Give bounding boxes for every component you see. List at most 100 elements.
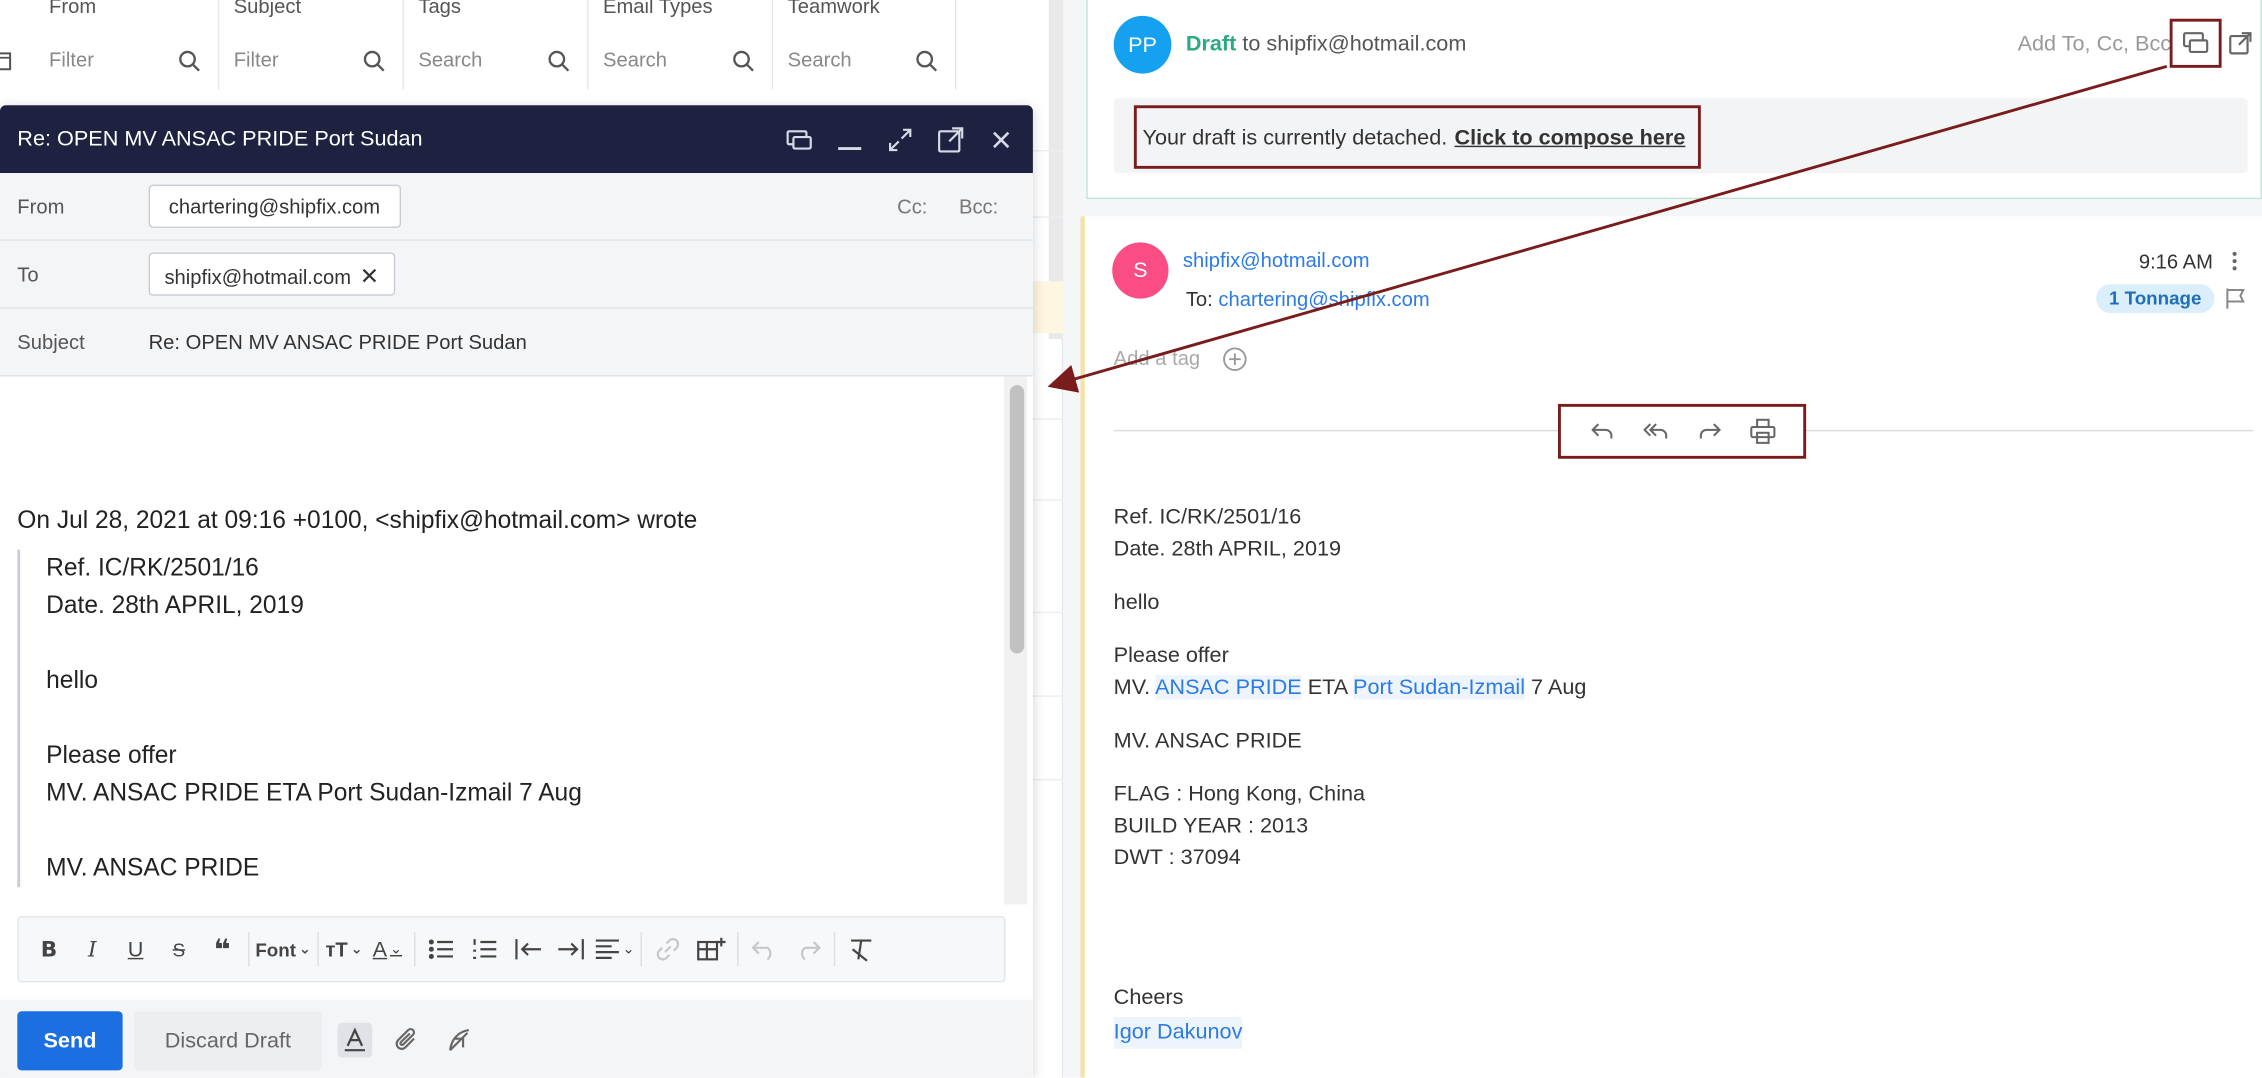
search-icon[interactable]	[362, 49, 385, 72]
from-select[interactable]: chartering@shipfix.com	[148, 184, 401, 228]
italic-button[interactable]: I	[72, 928, 112, 971]
recipient-chip[interactable]: shipfix@hotmail.com ✕	[148, 252, 395, 296]
subject-filter-input[interactable]: Filter	[234, 48, 279, 71]
tonnage-badge[interactable]: 1 Tonnage	[2096, 284, 2215, 314]
outdent-icon[interactable]	[507, 928, 547, 971]
to-label: To:	[1185, 287, 1219, 311]
subject-label: Subject	[17, 330, 85, 354]
detach-icon[interactable]	[785, 125, 814, 154]
flag-icon[interactable]	[2224, 287, 2247, 310]
redo-icon[interactable]	[788, 928, 828, 971]
send-button[interactable]: Send	[17, 1011, 123, 1071]
column-title: Teamwork	[787, 0, 880, 18]
clear-formatting-icon[interactable]	[841, 928, 881, 971]
reply-all-icon[interactable]	[1641, 417, 1670, 446]
calendar-icon[interactable]	[0, 49, 14, 72]
from-row: From chartering@shipfix.com Cc: Bcc:	[0, 173, 1033, 241]
search-icon[interactable]	[177, 49, 200, 72]
close-icon[interactable]	[987, 125, 1016, 154]
search-icon[interactable]	[731, 49, 754, 72]
add-recipients-link[interactable]: Add To, Cc, Bcc	[2018, 32, 2172, 57]
chevron-down-icon: ⌄	[350, 941, 363, 958]
sender-address[interactable]: shipfix@hotmail.com	[1183, 248, 1370, 271]
blockquote-button[interactable]: ❝	[202, 928, 242, 971]
email-types-search-input[interactable]: Search	[603, 48, 667, 71]
font-family-dropdown[interactable]: Font ⌄	[255, 928, 311, 971]
filter-column-tags: Tags Search	[404, 0, 589, 90]
popout-icon[interactable]	[2226, 29, 2255, 58]
message-editor[interactable]: On Jul 28, 2021 at 09:16 +0100, <shipfix…	[0, 376, 1033, 905]
expand-icon[interactable]	[886, 125, 915, 154]
quote-line: Please offer	[46, 741, 177, 769]
link-icon[interactable]	[648, 928, 688, 971]
compose-here-link[interactable]: Click to compose here	[1454, 125, 1685, 150]
text-color-dropdown[interactable]: A ⌄	[367, 928, 407, 971]
bcc-toggle[interactable]: Bcc:	[959, 195, 998, 218]
quote-line: Date. 28th APRIL, 2019	[46, 591, 304, 619]
eta-date: 7 Aug	[1525, 675, 1587, 700]
remove-recipient-icon[interactable]: ✕	[360, 265, 379, 290]
print-icon[interactable]	[1748, 417, 1777, 446]
filter-column-teamwork: Teamwork Search	[773, 0, 957, 90]
add-circle-icon[interactable]	[1222, 346, 1248, 372]
text-color-icon: A	[372, 936, 388, 962]
app-stage: From Filter Subject Filter Tags Search E…	[0, 0, 2262, 1078]
reading-pane: PP Draft to shipfix@hotmail.com Add To, …	[1063, 0, 2262, 1078]
cc-toggle[interactable]: Cc:	[897, 195, 927, 218]
detach-icon[interactable]	[2169, 18, 2222, 68]
text-format-icon[interactable]	[337, 1022, 373, 1058]
filter-column-subject: Subject Filter	[219, 0, 404, 90]
row-divider	[1031, 418, 1064, 420]
quote-intro: On Jul 28, 2021 at 09:16 +0100, <shipfix…	[17, 506, 698, 534]
attachment-icon[interactable]	[390, 1023, 425, 1058]
minimize-icon[interactable]	[835, 125, 864, 154]
compose-footer: Send Discard Draft	[0, 999, 1033, 1078]
recipient-address[interactable]: chartering@shipfix.com	[1218, 287, 1429, 310]
row-divider	[1031, 216, 1064, 218]
body-paragraph: Please offer MV. ANSAC PRIDE ETA Port Su…	[1113, 641, 1587, 704]
chevron-down-icon: ⌄	[622, 941, 635, 958]
from-filter-input[interactable]: Filter	[49, 48, 94, 71]
more-options-icon[interactable]	[2227, 250, 2241, 273]
vessel-entity-link[interactable]: ANSAC PRIDE	[1155, 675, 1302, 700]
route-entity-link[interactable]: Port Sudan-Izmail	[1353, 675, 1526, 700]
signature-icon[interactable]	[441, 1023, 476, 1058]
bulleted-list-icon[interactable]	[421, 928, 461, 971]
message-card: S shipfix@hotmail.com To: chartering@shi…	[1080, 216, 2262, 1078]
body-line: Please offer	[1113, 643, 1229, 668]
selected-row-highlight	[1031, 281, 1064, 334]
recipient-line: To: chartering@shipfix.com	[1186, 287, 1430, 310]
font-size-dropdown[interactable]: тT ⌄	[324, 928, 364, 971]
signature-link[interactable]: Igor Dakunov	[1113, 1017, 1243, 1049]
insert-table-icon[interactable]	[691, 928, 731, 971]
toolbar-divider	[640, 931, 642, 967]
draft-recipient: to shipfix@hotmail.com	[1236, 31, 1467, 57]
compose-title: Re: OPEN MV ANSAC PRIDE Port Sudan	[17, 126, 423, 152]
to-row: To shipfix@hotmail.com ✕	[0, 240, 1033, 309]
indent-icon[interactable]	[550, 928, 590, 971]
reply-icon[interactable]	[1588, 417, 1617, 446]
tags-search-input[interactable]: Search	[418, 48, 482, 71]
avatar: PP	[1113, 15, 1172, 74]
underline-button[interactable]: U	[115, 928, 155, 971]
bold-button[interactable]: B	[29, 928, 69, 971]
chevron-down-icon: ⌄	[390, 941, 403, 958]
body-line: MV. ANSAC PRIDE	[1113, 728, 1302, 754]
draft-label: Draft	[1185, 31, 1237, 57]
popout-icon[interactable]	[936, 125, 965, 154]
search-icon[interactable]	[915, 49, 938, 72]
align-dropdown[interactable]: ⌄	[594, 928, 635, 971]
editor-scroll-thumb[interactable]	[1009, 385, 1025, 654]
forward-icon[interactable]	[1694, 417, 1723, 446]
add-tag-link[interactable]: Add a tag	[1114, 346, 1200, 369]
strikethrough-button[interactable]: S	[159, 928, 199, 971]
numbered-list-icon[interactable]	[464, 928, 504, 971]
discard-draft-button[interactable]: Discard Draft	[134, 1011, 322, 1071]
teamwork-search-input[interactable]: Search	[788, 48, 852, 71]
eta-text: ETA	[1301, 675, 1354, 700]
subject-input[interactable]: Re: OPEN MV ANSAC PRIDE Port Sudan	[149, 330, 527, 353]
toolbar-divider	[833, 931, 836, 967]
undo-icon[interactable]	[744, 928, 784, 971]
search-icon[interactable]	[547, 49, 570, 72]
